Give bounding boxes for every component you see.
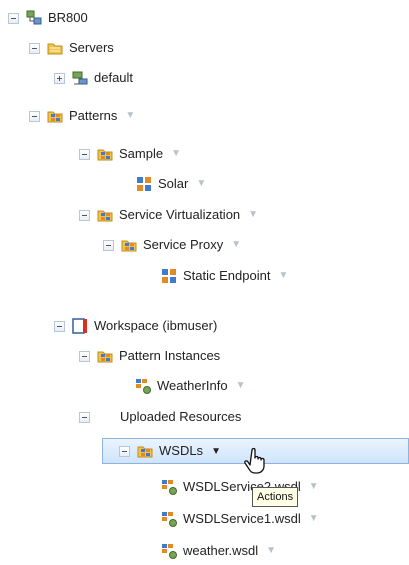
expand-toggle-icon[interactable]	[54, 72, 65, 84]
node-label: Pattern Instances	[119, 348, 221, 363]
tree-node-service-proxy[interactable]: Service Proxy ▼	[103, 233, 241, 257]
tree-node-pattern-instances[interactable]: Pattern Instances	[79, 344, 220, 368]
hand-pointer-icon	[244, 447, 265, 474]
wsdl-service-icon	[162, 544, 177, 559]
pattern-grid-icon	[137, 177, 151, 191]
collapse-toggle-icon[interactable]	[119, 445, 130, 457]
node-label: WSDLService1.wsdl	[183, 511, 301, 526]
folder-stack-icon	[121, 240, 137, 252]
dropdown-arrow-icon[interactable]: ▼	[231, 240, 241, 250]
folder-stack-icon	[137, 446, 153, 458]
tree-node-workspace[interactable]: Workspace (ibmuser)	[54, 314, 217, 338]
node-label: Sample	[119, 146, 164, 161]
tree-node-servers[interactable]: Servers	[29, 36, 114, 60]
tree-node-uploaded-resources[interactable]: Uploaded Resources	[79, 405, 241, 429]
dropdown-arrow-icon[interactable]: ▼	[171, 149, 181, 159]
resource-tree: BR800 Servers default Patterns ▼ Sample …	[0, 0, 409, 565]
dropdown-arrow-icon[interactable]: ▼	[278, 271, 288, 281]
tree-node-service-virtualization[interactable]: Service Virtualization ▼	[79, 203, 258, 227]
collapse-toggle-icon[interactable]	[29, 110, 40, 122]
tree-node-patterns[interactable]: Patterns ▼	[29, 104, 135, 128]
server-root-icon	[26, 10, 42, 25]
dropdown-arrow-icon[interactable]: ▼	[248, 210, 258, 220]
node-label: WeatherInfo	[157, 378, 228, 393]
workspace-icon	[72, 318, 87, 334]
collapse-toggle-icon[interactable]	[79, 350, 90, 362]
collapse-toggle-icon[interactable]	[79, 148, 90, 160]
tree-node-default[interactable]: default	[54, 66, 133, 90]
node-label: WSDLs	[159, 443, 204, 458]
node-label: Servers	[69, 40, 114, 55]
node-label: weather.wsdl	[183, 543, 259, 558]
actions-tooltip: Actions	[252, 487, 299, 507]
tree-node-weatherinfo[interactable]: WeatherInfo ▼	[134, 374, 246, 398]
tree-node-weather-wsdl[interactable]: weather.wsdl ▼	[160, 539, 276, 563]
folder-stack-icon	[47, 43, 63, 55]
collapse-toggle-icon[interactable]	[103, 239, 114, 251]
server-node-icon	[72, 71, 88, 85]
tree-node-solar[interactable]: Solar ▼	[135, 172, 206, 196]
dropdown-arrow-icon[interactable]: ▼	[125, 111, 135, 121]
dropdown-arrow-icon[interactable]: ▼	[211, 446, 221, 457]
dropdown-arrow-icon[interactable]: ▼	[236, 381, 246, 391]
collapse-toggle-icon[interactable]	[79, 411, 90, 423]
tree-node-wsdl-service1[interactable]: WSDLService1.wsdl ▼	[160, 507, 319, 531]
node-label: Patterns	[69, 108, 118, 123]
dropdown-arrow-icon[interactable]: ▼	[196, 179, 206, 189]
node-label: Workspace (ibmuser)	[94, 318, 218, 333]
dropdown-arrow-icon[interactable]: ▼	[266, 546, 276, 556]
folder-stack-icon	[47, 111, 63, 123]
tree-node-br800[interactable]: BR800	[8, 6, 88, 30]
wsdl-service-icon	[136, 379, 151, 394]
node-label: Static Endpoint	[183, 268, 271, 283]
node-label: Solar	[158, 176, 189, 191]
collapse-toggle-icon[interactable]	[79, 209, 90, 221]
collapse-toggle-icon[interactable]	[54, 320, 65, 332]
wsdl-service-icon	[162, 480, 177, 495]
folder-stack-icon	[97, 210, 113, 222]
collapse-toggle-icon[interactable]	[29, 42, 40, 54]
folder-stack-icon	[97, 351, 113, 363]
node-label: Service Proxy	[143, 237, 224, 252]
node-label: BR800	[48, 10, 88, 25]
collapse-toggle-icon[interactable]	[8, 12, 19, 24]
folder-stack-icon	[97, 149, 113, 161]
node-label: Service Virtualization	[119, 207, 241, 222]
node-label: default	[94, 70, 134, 85]
wsdl-service-icon	[162, 512, 177, 527]
dropdown-arrow-icon[interactable]: ▼	[309, 482, 319, 492]
tree-node-wsdls[interactable]: WSDLs ▼	[119, 439, 221, 463]
pattern-grid-icon	[162, 269, 176, 283]
tree-node-static-endpoint[interactable]: Static Endpoint ▼	[160, 264, 288, 288]
tree-node-sample[interactable]: Sample ▼	[79, 142, 181, 166]
node-label: Uploaded Resources	[120, 409, 242, 424]
dropdown-arrow-icon[interactable]: ▼	[309, 514, 319, 524]
